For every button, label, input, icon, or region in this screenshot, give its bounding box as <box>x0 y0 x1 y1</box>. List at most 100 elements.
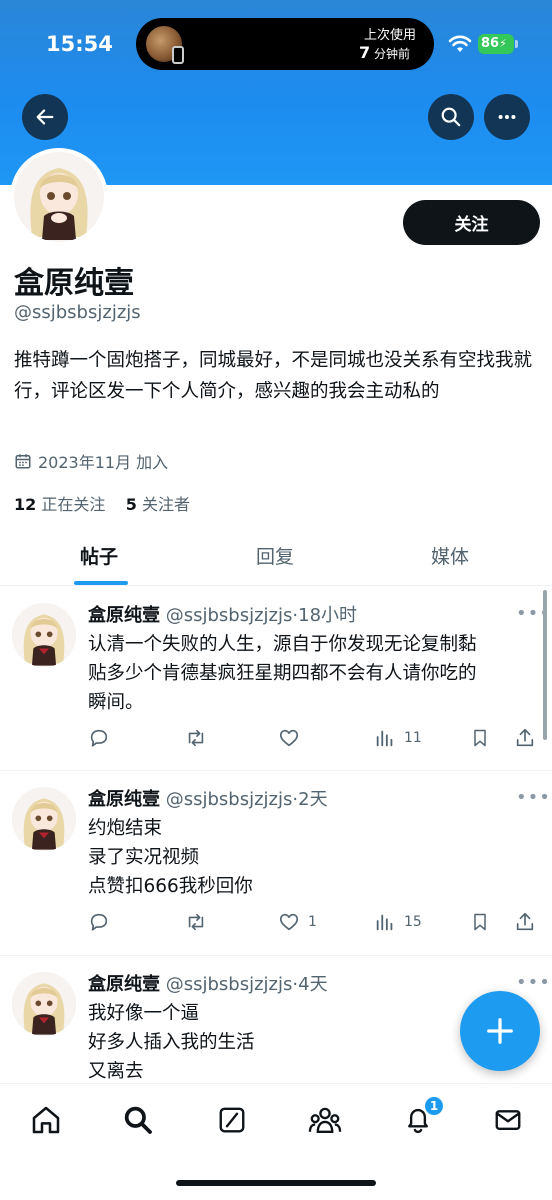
tab-posts[interactable]: 帖子 <box>80 542 118 569</box>
plus-icon <box>487 1018 513 1044</box>
home-indicator[interactable] <box>176 1180 376 1186</box>
battery-indicator: 86⚡ <box>478 34 514 54</box>
more-horizontal-icon <box>498 114 516 120</box>
reply-button[interactable] <box>88 911 110 933</box>
views-chart-icon <box>376 914 393 931</box>
anime-avatar-image <box>12 787 76 851</box>
compose-button[interactable] <box>460 991 540 1071</box>
followers-link[interactable]: 5 关注者 <box>126 495 190 514</box>
post-header: 盒原纯壹 @ssjbsbsjzjzjs·4天 <box>88 970 328 996</box>
post-time: ·18小时 <box>292 605 358 626</box>
post-avatar[interactable] <box>12 787 76 851</box>
search-icon <box>441 107 461 127</box>
share-button[interactable] <box>514 911 536 933</box>
dynamic-island[interactable]: 上次使用 7 分钟前 <box>136 18 434 70</box>
reply-button[interactable] <box>88 727 110 749</box>
status-time: 15:54 <box>46 32 113 56</box>
anime-avatar-image <box>12 603 76 667</box>
post-actions: 11 <box>88 727 540 755</box>
nav-home[interactable] <box>26 1100 66 1140</box>
share-icon <box>516 912 534 931</box>
anime-avatar-image <box>14 152 104 242</box>
post-text: 约炮结束 录了实况视频 点赞扣666我秒回你 <box>88 818 253 897</box>
heart-icon <box>279 913 299 931</box>
share-icon <box>516 728 534 747</box>
post-author-handle: @ssjbsbsjzjzjs <box>165 789 293 810</box>
calendar-icon <box>15 454 31 469</box>
battery-tip <box>515 40 518 48</box>
view-count: 11 <box>404 730 422 746</box>
tab-replies[interactable]: 回复 <box>256 542 294 569</box>
wifi-icon <box>448 35 472 52</box>
share-button[interactable] <box>514 727 536 749</box>
view-count: 15 <box>404 914 422 930</box>
nav-communities[interactable] <box>305 1100 345 1140</box>
repost-button[interactable] <box>184 911 208 933</box>
profile-name: 盒原纯壹 <box>14 266 134 301</box>
views-button[interactable]: 15 <box>374 911 422 933</box>
post-item[interactable]: 盒原纯壹 @ssjbsbsjzjzjs·18小时 ••• 认清一个失败的人生，源… <box>0 587 552 771</box>
island-sublabel: 7 分钟前 <box>359 43 410 62</box>
post-author-handle: @ssjbsbsjzjzjs <box>165 974 293 995</box>
home-icon <box>32 1106 60 1134</box>
post-text: 认清一个失败的人生，源自于你发现无论复制黏 贴多少个肯德基疯狂星期四都不会有人请… <box>88 634 477 713</box>
repost-button[interactable] <box>184 727 208 749</box>
bookmark-button[interactable] <box>470 727 490 749</box>
heart-icon <box>279 729 299 747</box>
bookmark-icon <box>474 913 486 931</box>
post-item[interactable]: 盒原纯壹 @ssjbsbsjzjzjs·2天 ••• 约炮结束 录了实况视频 点… <box>0 771 552 956</box>
follow-stats: 12 正在关注 5 关注者 <box>14 491 190 515</box>
post-author-name[interactable]: 盒原纯壹 <box>88 974 160 995</box>
more-button[interactable] <box>484 94 530 140</box>
post-time: ·2天 <box>292 789 328 810</box>
post-more-icon[interactable]: ••• <box>516 972 551 993</box>
reply-icon <box>90 729 108 747</box>
nav-grok[interactable] <box>212 1100 252 1140</box>
nav-messages[interactable] <box>488 1100 528 1140</box>
join-date: 2023年11月 加入 <box>14 449 168 473</box>
like-count: 1 <box>308 914 317 930</box>
bookmark-button[interactable] <box>470 911 490 933</box>
post-actions: 1 15 <box>88 911 540 939</box>
arrow-left-icon <box>36 109 54 125</box>
active-tab-indicator <box>74 581 128 585</box>
post-header: 盒原纯壹 @ssjbsbsjzjzjs·2天 <box>88 785 328 811</box>
profile-handle: @ssjbsbsjzjzjs <box>14 302 141 323</box>
repost-icon <box>188 729 204 747</box>
anime-avatar-image <box>12 972 76 1036</box>
repost-icon <box>188 913 204 931</box>
like-button[interactable] <box>278 727 308 749</box>
profile-bio: 推特蹲一个固炮搭子，同城最好，不是同城也没关系有空找我就行，评论区发一下个人简介… <box>14 350 533 402</box>
phone-icon <box>172 46 184 64</box>
follow-button[interactable]: 关注 <box>403 200 540 245</box>
profile-tabs: 帖子 回复 媒体 <box>0 530 552 586</box>
grok-icon <box>219 1107 245 1133</box>
status-bar: 15:54 上次使用 7 分钟前 86⚡ <box>0 0 552 90</box>
reply-icon <box>90 913 108 931</box>
envelope-icon <box>495 1110 521 1130</box>
post-time: ·4天 <box>292 974 328 995</box>
island-label: 上次使用 <box>363 28 416 43</box>
views-button[interactable]: 11 <box>374 727 422 749</box>
post-author-name[interactable]: 盒原纯壹 <box>88 605 160 626</box>
nav-search[interactable] <box>118 1100 158 1140</box>
search-icon <box>124 1106 152 1134</box>
post-more-icon[interactable]: ••• <box>516 787 551 808</box>
scrollbar[interactable] <box>543 590 547 740</box>
like-button[interactable]: 1 <box>278 911 317 933</box>
join-date-text: 2023年11月 加入 <box>38 453 169 472</box>
following-link[interactable]: 12 正在关注 <box>14 495 105 514</box>
communities-icon <box>308 1107 342 1133</box>
tab-media[interactable]: 媒体 <box>431 542 469 569</box>
post-header: 盒原纯壹 @ssjbsbsjzjzjs·18小时 <box>88 601 357 627</box>
search-button[interactable] <box>428 94 474 140</box>
views-chart-icon <box>376 730 393 747</box>
post-avatar[interactable] <box>12 603 76 667</box>
post-avatar[interactable] <box>12 972 76 1036</box>
profile-avatar[interactable] <box>10 148 108 246</box>
post-author-handle: @ssjbsbsjzjzjs <box>165 605 293 626</box>
back-button[interactable] <box>22 94 68 140</box>
notification-badge: 1 <box>423 1095 445 1117</box>
post-author-name[interactable]: 盒原纯壹 <box>88 789 160 810</box>
bookmark-icon <box>474 729 486 747</box>
